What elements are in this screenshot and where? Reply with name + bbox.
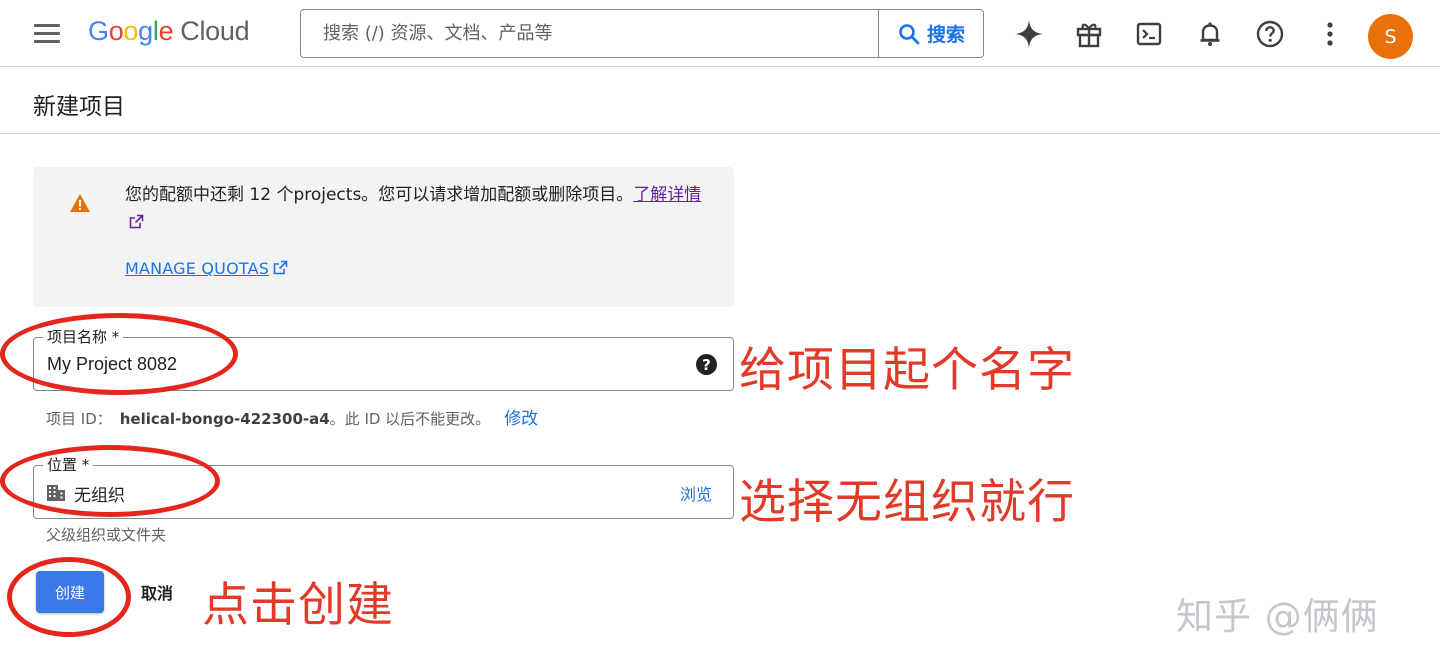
edit-project-id-link[interactable]: 修改 [504, 409, 538, 429]
search-icon [899, 23, 920, 44]
project-id-suffix: 。此 ID 以后不能更改。 [329, 410, 491, 428]
location-value: 无组织 [74, 486, 125, 506]
more-vert-icon[interactable] [1312, 16, 1348, 52]
top-app-bar: GoogleCloud 搜索 S [0, 0, 1440, 67]
project-name-input[interactable] [47, 338, 677, 390]
annotation-location-note: 选择无组织就行 [739, 475, 1075, 530]
account-avatar[interactable]: S [1368, 14, 1413, 59]
browse-location-button[interactable]: 浏览 [680, 481, 712, 505]
quota-message: 您的配额中还剩 12 个projects。您可以请求增加配额或删除项目。了解详情 [125, 181, 715, 237]
google-cloud-logo[interactable]: Google Cloud [88, 16, 250, 47]
search-button[interactable]: 搜索 [878, 10, 983, 57]
location-label: 位置 * [43, 456, 94, 474]
organization-building-icon [47, 485, 65, 501]
project-id-hint: 项目 ID： helical-bongo-422300-a4。此 ID 以后不能更… [46, 404, 538, 429]
manage-quotas-label: MANAGE QUOTAS [125, 259, 270, 278]
zhihu-watermark: 知乎 @俩俩 [1176, 595, 1379, 638]
cloud-shell-terminal-icon[interactable] [1131, 16, 1167, 52]
help-icon[interactable] [1252, 16, 1288, 52]
project-id-value: helical-bongo-422300-a4 [119, 410, 330, 428]
project-name-field: 项目名称 * ? [33, 328, 734, 391]
question-help-icon[interactable]: ? [696, 354, 717, 375]
search-input[interactable] [301, 10, 879, 57]
cancel-button[interactable]: 取消 [132, 580, 182, 604]
hamburger-menu-icon[interactable] [30, 21, 64, 47]
search-box: 搜索 [300, 9, 984, 58]
quota-message-text: 您的配额中还剩 12 个projects。您可以请求增加配额或删除项目。 [125, 185, 634, 205]
external-link-icon [129, 214, 144, 229]
warning-icon [70, 194, 90, 212]
annotation-create-note: 点击创建 [202, 578, 394, 633]
page-title: 新建项目 [33, 94, 125, 120]
gemini-sparkle-icon[interactable] [1011, 16, 1047, 52]
location-field: 位置 * 无组织 浏览 [33, 456, 734, 519]
quota-warning-banner: 您的配额中还剩 12 个projects。您可以请求增加配额或删除项目。了解详情… [33, 167, 734, 307]
external-link-icon [273, 260, 288, 275]
gift-icon[interactable] [1071, 16, 1107, 52]
learn-more-link[interactable]: 了解详情 [633, 185, 701, 205]
location-hint: 父级组织或文件夹 [46, 526, 167, 544]
page-header: 新建项目 [0, 67, 1440, 134]
notifications-bell-icon[interactable] [1192, 16, 1228, 52]
search-button-label: 搜索 [926, 24, 965, 46]
project-id-prefix: 项目 ID： [46, 410, 112, 428]
create-button[interactable]: 创建 [36, 571, 104, 613]
manage-quotas-link[interactable]: MANAGE QUOTAS [125, 259, 288, 278]
annotation-name-note: 给项目起个名字 [739, 343, 1075, 398]
